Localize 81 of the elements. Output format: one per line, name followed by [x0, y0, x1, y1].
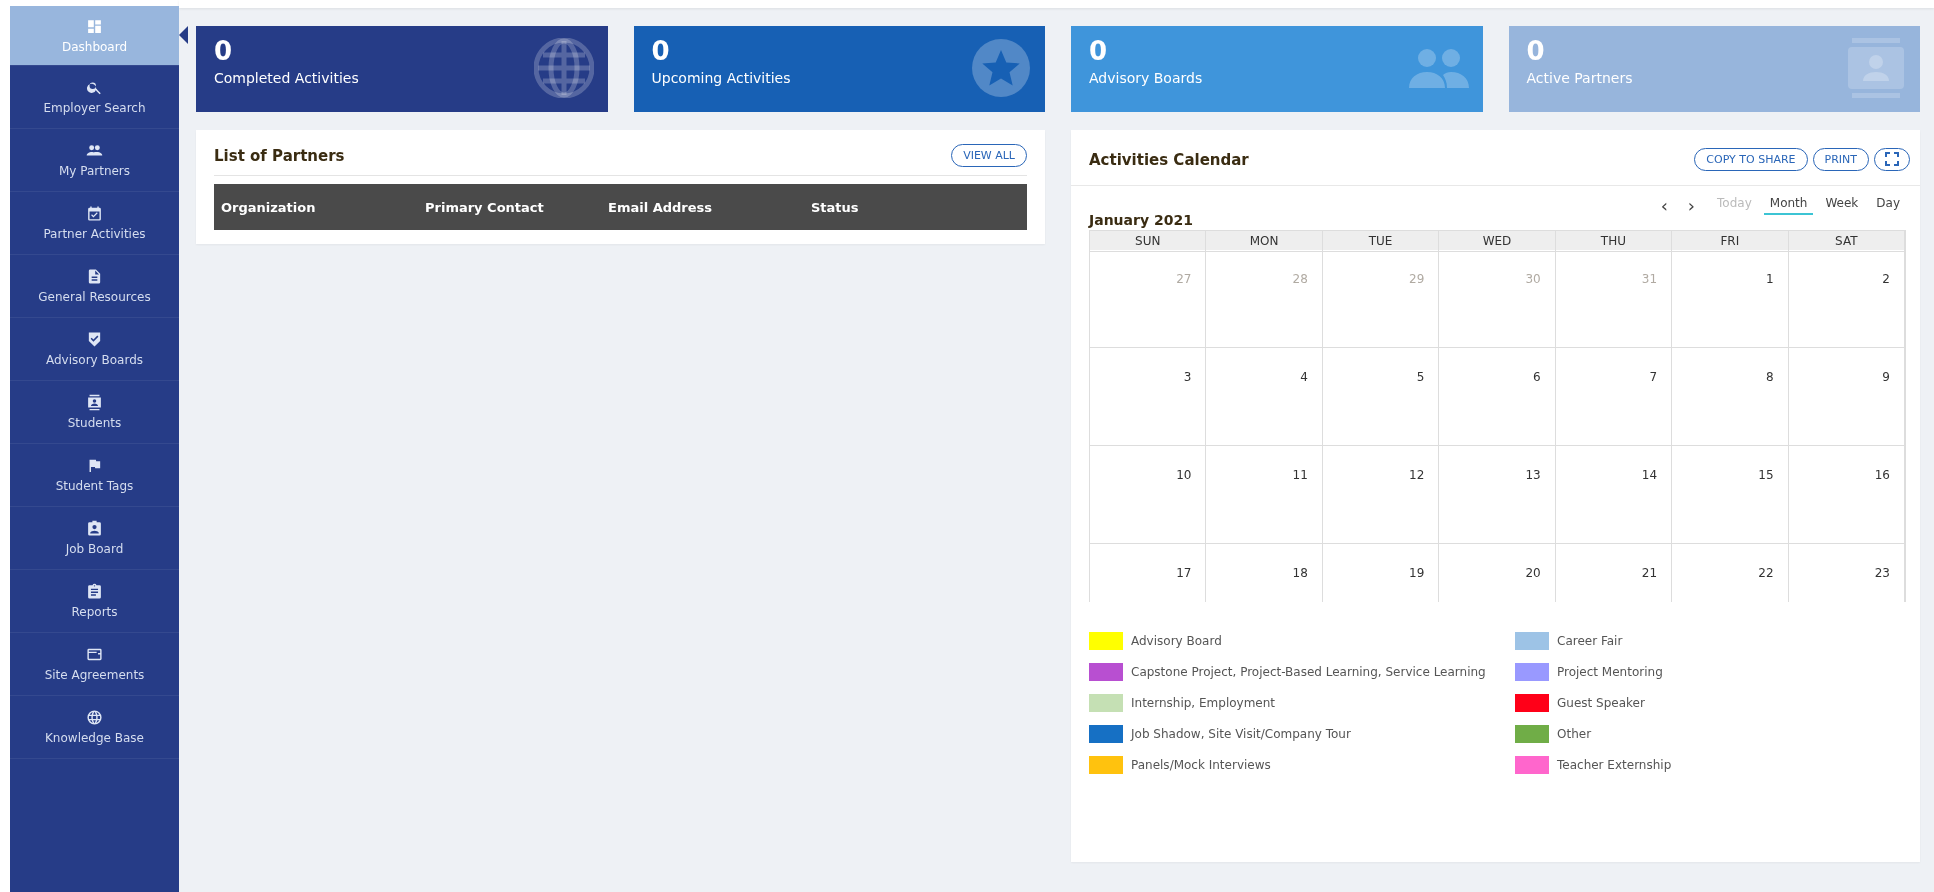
stat-value: 0: [1089, 36, 1108, 66]
weekday-header: TUE: [1322, 230, 1440, 252]
day-number: 15: [1758, 468, 1774, 482]
browser-window-icon: [86, 646, 103, 663]
clipboard-icon: [86, 583, 103, 600]
stat-value: 0: [1526, 36, 1545, 66]
legend-label: Guest Speaker: [1557, 696, 1645, 710]
weekday-header: SUN: [1090, 230, 1207, 252]
toolbar-button[interactable]: PRINT: [1812, 148, 1869, 171]
day-number: 14: [1641, 468, 1658, 482]
weekday-header: WED: [1439, 230, 1556, 252]
globe-icon: [86, 709, 103, 726]
day-number: 7: [1649, 370, 1658, 384]
day-number: 8: [1765, 370, 1774, 384]
stat-label: Upcoming Activities: [651, 70, 791, 86]
day-number: 31: [1641, 272, 1658, 286]
day-number: 29: [1409, 272, 1425, 286]
day-number: 18: [1292, 566, 1308, 580]
day-number: 21: [1641, 566, 1658, 580]
day-number: 30: [1525, 272, 1541, 286]
shield-check-icon: [86, 331, 103, 348]
column-header: Primary Contact: [425, 199, 544, 215]
legend-label: Other: [1557, 727, 1592, 741]
day-number: 13: [1525, 468, 1541, 482]
day-number: 5: [1416, 370, 1425, 384]
day-number: 4: [1300, 370, 1308, 384]
legend-label: Career Fair: [1557, 634, 1623, 648]
stat-label: Advisory Boards: [1089, 70, 1203, 86]
day-number: 2: [1882, 272, 1890, 286]
document-icon: [86, 268, 103, 285]
fullscreen-button[interactable]: [1874, 148, 1910, 171]
column-header: Organization: [221, 199, 316, 215]
badge-icon: [86, 520, 103, 537]
day-number: 12: [1409, 468, 1425, 482]
month-title: January 2021: [1089, 212, 1193, 228]
view-button[interactable]: Week: [1819, 196, 1865, 215]
day-number: 27: [1176, 272, 1192, 286]
weekday-header: SAT: [1788, 230, 1905, 252]
panel-title: List of Partners: [214, 146, 345, 165]
weekday-header: THU: [1555, 230, 1673, 252]
fullscreen-icon: [1885, 152, 1899, 166]
stat-label: Completed Activities: [214, 70, 359, 86]
day-number: 16: [1874, 468, 1890, 482]
stat-value: 0: [214, 36, 233, 66]
stat-value: 0: [651, 36, 670, 66]
legend-label: Job Shadow, Site Visit/Company Tour: [1131, 727, 1351, 741]
toolbar-button[interactable]: COPY TO SHARE: [1694, 148, 1808, 171]
day-number: 28: [1292, 272, 1308, 286]
previous-button[interactable]: ‹: [1650, 196, 1678, 215]
legend-label: Project Mentoring: [1557, 665, 1663, 679]
day-number: 19: [1409, 566, 1425, 580]
legend-label: Panels/Mock Interviews: [1131, 758, 1271, 772]
column-header: Email Address: [608, 199, 712, 215]
contact-card-icon: [1846, 38, 1906, 98]
day-number: 23: [1874, 566, 1890, 580]
column-header: Status: [811, 199, 859, 215]
weekday-header: FRI: [1672, 230, 1789, 252]
day-number: 17: [1176, 566, 1192, 580]
next-button[interactable]: ›: [1677, 196, 1706, 215]
day-number: 22: [1758, 566, 1774, 580]
legend-label: Capstone Project, Project-Based Learning, Service Learning: [1131, 665, 1486, 679]
globe-icon: [533, 38, 594, 98]
legend-label: Internship, Employment: [1131, 696, 1276, 710]
day-number: 10: [1176, 468, 1192, 482]
day-number: 1: [1765, 272, 1774, 286]
dashboard-icon: [86, 17, 103, 35]
contact-card-icon: [86, 394, 103, 411]
day-number: 20: [1525, 566, 1541, 580]
legend-label: Advisory Board: [1131, 634, 1222, 648]
view-button[interactable]: Day: [1870, 196, 1906, 215]
day-number: 11: [1292, 468, 1308, 482]
view-all-button[interactable]: VIEW ALL: [951, 144, 1027, 167]
day-number: 6: [1533, 370, 1541, 384]
view-button[interactable]: Month: [1763, 196, 1814, 215]
weekday-header: MON: [1206, 230, 1323, 252]
day-number: 3: [1183, 370, 1192, 384]
panel-title: Activities Calendar: [1089, 150, 1249, 169]
legend-label: Teacher Externship: [1557, 758, 1672, 772]
stat-label: Active Partners: [1526, 70, 1633, 86]
calendar-check-icon: [86, 205, 103, 222]
day-number: 9: [1882, 370, 1890, 384]
